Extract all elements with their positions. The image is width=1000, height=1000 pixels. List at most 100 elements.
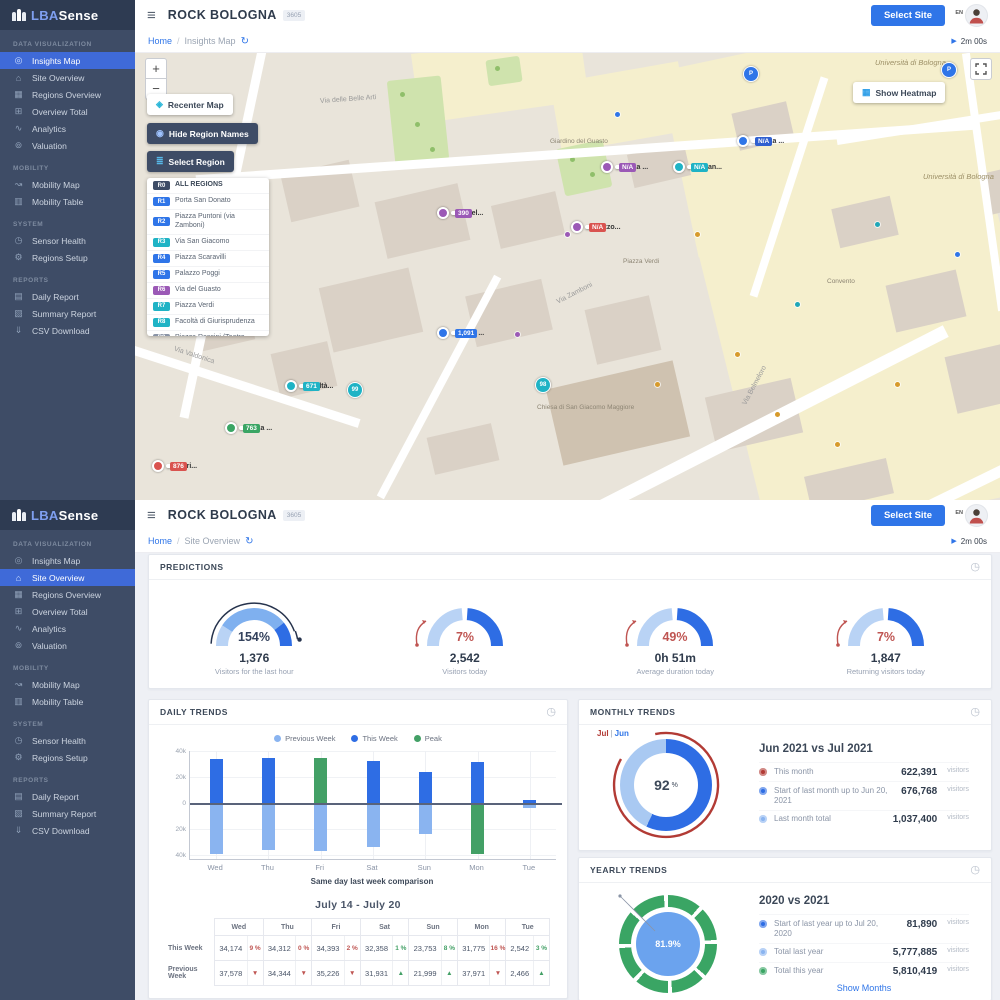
card-history-icon[interactable]: ◷ bbox=[970, 865, 980, 875]
legend-unit: visitors bbox=[947, 786, 969, 793]
sidebar-item-summary-report[interactable]: ▧Summary Report bbox=[0, 305, 135, 322]
refresh-icon[interactable]: ↻ bbox=[241, 36, 249, 47]
map-mini-marker[interactable]: P bbox=[941, 62, 957, 78]
breadcrumb-home[interactable]: Home bbox=[148, 36, 172, 46]
sidebar-item-regions-overview[interactable]: ▦Regions Overview bbox=[0, 586, 135, 603]
sidebar-item-label: Regions Setup bbox=[32, 753, 88, 763]
map-pin-icon: ◎ bbox=[13, 55, 24, 66]
map-mini-marker[interactable]: 99 bbox=[347, 382, 363, 398]
sidebar-item-mobility-table[interactable]: ▥Mobility Table bbox=[0, 693, 135, 710]
donut-outer-arc bbox=[595, 729, 745, 841]
legend-label: Start of last year up to Jul 20, 2020 bbox=[774, 919, 900, 940]
sidebar-item-regions-setup[interactable]: ⚙Regions Setup bbox=[0, 749, 135, 766]
breadcrumb-home[interactable]: Home bbox=[148, 536, 172, 546]
yearly-trends-card: YEARLY TRENDS ◷ 81.9% 2020 vs 2021 Start… bbox=[578, 857, 992, 1000]
sidebar-item-overview-total[interactable]: ⊞Overview Total bbox=[0, 103, 135, 120]
sidebar-item-summary-report[interactable]: ▧Summary Report bbox=[0, 805, 135, 822]
cell-change-arrow-icon: ▼ bbox=[344, 961, 360, 985]
map-text-label: Chiesa di San Giacomo Maggiore bbox=[537, 404, 634, 411]
map-region-marker[interactable]: [R6]Via del...390 bbox=[437, 207, 457, 219]
map-region-marker[interactable]: [R5]Palazzo...N/A bbox=[571, 221, 591, 233]
app-logo[interactable]: LBASense bbox=[0, 500, 135, 530]
legend-value: 676,768 bbox=[901, 786, 937, 797]
map-poi-icon bbox=[895, 382, 900, 387]
region-list-item-r2[interactable]: R2Piazza Puntoni (via Zamboni) bbox=[147, 210, 269, 235]
sidebar-item-daily-report[interactable]: ▤Daily Report bbox=[0, 788, 135, 805]
map-region-marker[interactable]: [R8]Facoltà...671 bbox=[285, 380, 305, 392]
x-tick-label: Wed bbox=[189, 863, 241, 872]
fullscreen-button[interactable] bbox=[970, 58, 992, 80]
card-history-icon[interactable]: ◷ bbox=[546, 707, 556, 717]
region-list-item-r4[interactable]: R4Piazza Scaravilli bbox=[147, 251, 269, 267]
cell-value: 34,174 bbox=[215, 944, 247, 953]
region-name: Via San Giacomo bbox=[175, 238, 229, 247]
sidebar-item-regions-setup[interactable]: ⚙Regions Setup bbox=[0, 249, 135, 266]
sidebar-item-mobility-map[interactable]: ↝Mobility Map bbox=[0, 176, 135, 193]
top-header: ≡ ROCK BOLOGNA 3605 Select Site EN bbox=[135, 0, 1000, 31]
map-region-marker[interactable]: [R4]Piazza ...N/A bbox=[601, 161, 621, 173]
sidebar-item-sensor-health[interactable]: ◷Sensor Health bbox=[0, 232, 135, 249]
map-region-marker[interactable]: [R2]Piazza ...N/A bbox=[737, 135, 757, 147]
map-canvas[interactable]: + − ◈ Recenter Map ◉ Hide Region Names ≣… bbox=[135, 52, 1000, 500]
legend-dot-icon bbox=[759, 920, 767, 928]
region-list-item-r1[interactable]: R1Porta San Donato bbox=[147, 194, 269, 210]
sidebar-item-site-overview[interactable]: ⌂Site Overview bbox=[0, 569, 135, 586]
refresh-icon[interactable]: ↻ bbox=[245, 536, 253, 547]
legend-label: Last month total bbox=[774, 814, 886, 824]
map-tree-icon bbox=[430, 147, 435, 152]
sidebar-item-site-overview[interactable]: ⌂Site Overview bbox=[0, 69, 135, 86]
map-region-marker[interactable]: [R9]Piazza ...763 bbox=[225, 422, 245, 434]
zoom-in-button[interactable]: + bbox=[145, 58, 167, 79]
region-list-item-r3[interactable]: R3Via San Giacomo bbox=[147, 235, 269, 251]
sidebar-item-analytics[interactable]: ∿Analytics bbox=[0, 120, 135, 137]
select-region-button[interactable]: ≣ Select Region bbox=[147, 151, 234, 172]
play-icon[interactable]: ▶ bbox=[951, 37, 956, 45]
app-logo[interactable]: LBASense bbox=[0, 0, 135, 30]
sidebar-item-mobility-map[interactable]: ↝Mobility Map bbox=[0, 676, 135, 693]
sidebar-item-mobility-table[interactable]: ▥Mobility Table bbox=[0, 193, 135, 210]
map-poi-icon bbox=[735, 352, 740, 357]
sidebar-item-csv-download[interactable]: ⇓CSV Download bbox=[0, 822, 135, 839]
show-heatmap-button[interactable]: ▦ Show Heatmap bbox=[853, 82, 945, 103]
sidebar-item-regions-overview[interactable]: ▦Regions Overview bbox=[0, 86, 135, 103]
select-site-button[interactable]: Select Site bbox=[871, 505, 945, 526]
card-history-icon[interactable]: ◷ bbox=[970, 707, 980, 717]
sidebar-item-overview-total[interactable]: ⊞Overview Total bbox=[0, 603, 135, 620]
sidebar-item-valuation[interactable]: ⊚Valuation bbox=[0, 137, 135, 154]
user-avatar[interactable] bbox=[965, 504, 988, 527]
hide-region-names-button[interactable]: ◉ Hide Region Names bbox=[147, 123, 258, 144]
sidebar-item-valuation[interactable]: ⊚Valuation bbox=[0, 637, 135, 654]
sidebar-item-insights-map[interactable]: ◎Insights Map bbox=[0, 52, 135, 69]
region-name: Piazza Scaravilli bbox=[175, 254, 226, 263]
sidebar-item-sensor-health[interactable]: ◷Sensor Health bbox=[0, 732, 135, 749]
menu-toggle-icon[interactable]: ≡ bbox=[147, 507, 156, 524]
map-region-marker[interactable]: [R3]Via San...N/A bbox=[673, 161, 693, 173]
show-months-link[interactable]: Show Months bbox=[759, 983, 969, 993]
map-region-marker[interactable]: [R10]2 Torri...876 bbox=[152, 460, 172, 472]
sidebar-item-csv-download[interactable]: ⇓CSV Download bbox=[0, 322, 135, 339]
sidebar-section-label: REPORTS bbox=[0, 266, 135, 288]
map-mini-marker[interactable]: 98 bbox=[535, 377, 551, 393]
region-list-item-r7[interactable]: R7Piazza Verdi bbox=[147, 299, 269, 315]
sidebar-item-daily-report[interactable]: ▤Daily Report bbox=[0, 288, 135, 305]
svg-text:154%: 154% bbox=[238, 630, 270, 644]
menu-toggle-icon[interactable]: ≡ bbox=[147, 7, 156, 24]
recenter-map-button[interactable]: ◈ Recenter Map bbox=[147, 94, 233, 115]
x-tick-label: Fri bbox=[294, 863, 346, 872]
card-history-icon[interactable]: ◷ bbox=[970, 562, 980, 572]
dashboard-content: PREDICTIONS ◷ 154%1,376Visitors for the … bbox=[135, 552, 1000, 1000]
sidebar-item-insights-map[interactable]: ◎Insights Map bbox=[0, 552, 135, 569]
map-mini-marker[interactable]: P bbox=[743, 66, 759, 82]
region-list-item-r0[interactable]: R0ALL REGIONS bbox=[147, 178, 269, 194]
region-list-item-r5[interactable]: R5Palazzo Poggi bbox=[147, 267, 269, 283]
marker-value-badge: N/A bbox=[755, 137, 772, 146]
select-site-button[interactable]: Select Site bbox=[871, 5, 945, 26]
table-cell: 31,931▲ bbox=[360, 961, 409, 986]
sidebar-item-analytics[interactable]: ∿Analytics bbox=[0, 620, 135, 637]
play-icon[interactable]: ▶ bbox=[951, 537, 956, 545]
region-list-item-r6[interactable]: R6Via del Guasto bbox=[147, 283, 269, 299]
map-region-marker[interactable]: [R7]Piazza ...1,091 bbox=[437, 327, 457, 339]
region-list-item-r8[interactable]: R8Facoltà di Giurisprudenza bbox=[147, 315, 269, 331]
user-avatar[interactable] bbox=[965, 4, 988, 27]
region-list-item-r9[interactable]: R9Piazza Rossini (Teatro bbox=[147, 331, 269, 337]
